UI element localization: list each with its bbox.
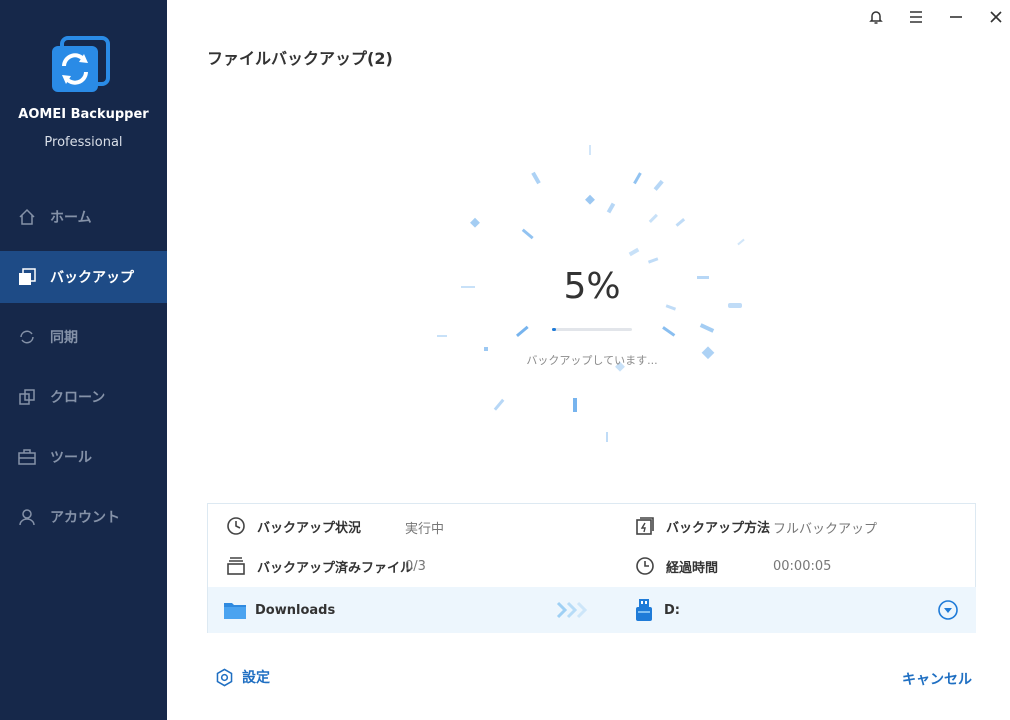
usb-drive-icon <box>635 598 653 626</box>
app-name: AOMEI Backupper <box>18 107 149 122</box>
elapsed-time-label: 経過時間 <box>666 560 719 576</box>
sidebar: AOMEI Backupper Professional ホーム バックアップ … <box>0 0 167 720</box>
sidebar-item-backup[interactable]: バックアップ <box>0 251 167 303</box>
clone-icon <box>17 387 37 407</box>
sidebar-item-tools[interactable]: ツール <box>0 431 167 483</box>
app-edition: Professional <box>44 135 123 150</box>
settings-hex-icon <box>215 668 234 687</box>
progress-bar <box>552 328 632 331</box>
notification-button[interactable] <box>865 6 887 28</box>
progress-status-text: バックアップしています... <box>526 354 658 367</box>
sidebar-item-label: クローン <box>50 390 106 406</box>
progress-percent: 5% <box>563 266 621 307</box>
sidebar-item-account[interactable]: アカウント <box>0 491 167 543</box>
sidebar-item-sync[interactable]: 同期 <box>0 311 167 363</box>
sync-icon <box>17 327 37 347</box>
sidebar-item-home[interactable]: ホーム <box>0 191 167 243</box>
sidebar-item-label: ホーム <box>50 210 92 226</box>
close-button[interactable] <box>985 6 1007 28</box>
minimize-button[interactable] <box>945 6 967 28</box>
clock-icon <box>634 555 656 577</box>
sidebar-item-label: 同期 <box>50 330 78 346</box>
sidebar-item-label: ツール <box>50 450 92 466</box>
menu-icon <box>910 11 922 23</box>
backup-method-icon <box>634 515 656 537</box>
backup-status-label: バックアップ状況 <box>257 520 362 536</box>
backup-method-row: バックアップ方法 <box>634 511 770 541</box>
backup-method-value: フルバックアップ <box>773 522 878 537</box>
backup-status-value: 実行中 <box>405 522 445 537</box>
sidebar-item-clone[interactable]: クローン <box>0 371 167 423</box>
elapsed-time-row: 経過時間 <box>634 551 718 581</box>
close-icon <box>990 11 1002 23</box>
bell-icon <box>869 11 883 24</box>
backed-up-files-row: バックアップ済みファイル <box>225 551 413 581</box>
file-stack-icon <box>225 555 247 577</box>
expand-details-button[interactable] <box>938 600 958 624</box>
cancel-button[interactable]: キャンセル <box>902 669 972 689</box>
chevron-down-circle-icon <box>938 600 958 620</box>
backed-up-files-label: バックアップ済みファイル <box>257 560 414 576</box>
destination-label: D: <box>664 603 680 618</box>
backup-status-row: バックアップ状況 <box>225 511 361 541</box>
sidebar-item-label: バックアップ <box>50 270 134 286</box>
sidebar-item-label: アカウント <box>50 510 120 526</box>
backed-up-files-value: 0/3 <box>405 559 426 574</box>
settings-label: 設定 <box>242 670 270 686</box>
app-logo-icon <box>50 36 110 96</box>
chevrons-right-icon <box>556 600 588 624</box>
backup-method-label: バックアップ方法 <box>666 520 771 536</box>
minimize-icon <box>950 16 962 18</box>
elapsed-time-value: 00:00:05 <box>773 559 832 574</box>
user-icon <box>17 507 37 527</box>
clock-history-icon <box>225 515 247 537</box>
source-label: Downloads <box>255 603 336 618</box>
toolbox-icon <box>17 447 37 467</box>
menu-button[interactable] <box>905 6 927 28</box>
home-icon <box>17 207 37 227</box>
progress-bar-fill <box>552 328 556 331</box>
source-destination-bar: Downloads D: <box>208 587 976 633</box>
settings-button[interactable]: 設定 <box>215 667 270 687</box>
folder-icon <box>223 600 247 624</box>
page-title: ファイルバックアップ(2) <box>207 49 393 68</box>
backup-icon <box>17 267 37 287</box>
